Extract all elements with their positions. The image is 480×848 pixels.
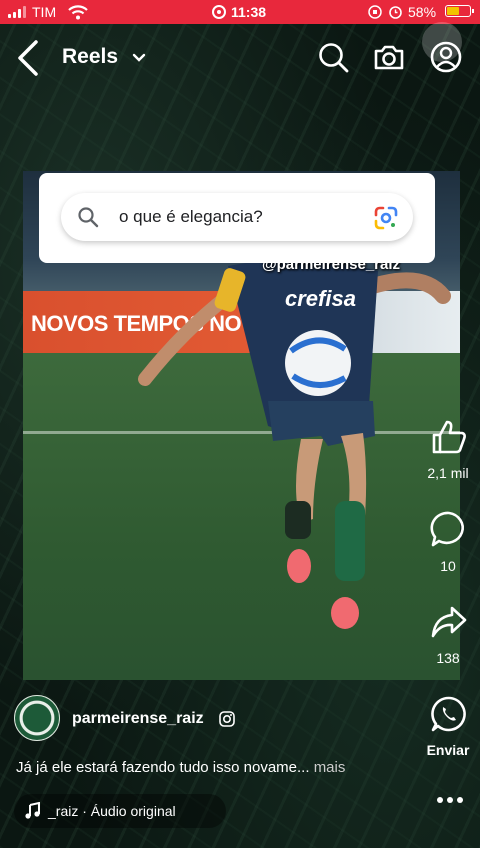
likes-count: 2,1 mil: [427, 465, 469, 481]
jersey-text: crefisa: [285, 286, 356, 311]
comments-count: 10: [440, 558, 456, 574]
more-icon[interactable]: [436, 796, 464, 804]
alarm-icon: [389, 6, 402, 19]
username[interactable]: parmeirense_raiz: [72, 710, 204, 728]
more-link[interactable]: mais: [314, 759, 346, 776]
shares-count: 138: [436, 650, 460, 666]
battery-icon: [445, 5, 474, 17]
music-note-icon: [25, 802, 40, 819]
caption[interactable]: Já já ele estará fazendo tudo isso novam…: [16, 759, 345, 776]
page-title[interactable]: Reels: [62, 45, 118, 69]
audio-pill[interactable]: _raiz · Áudio original: [14, 794, 226, 828]
instagram-icon: [219, 711, 235, 727]
status-bar: TIM 11:38 58%: [0, 0, 480, 24]
search-icon[interactable]: [316, 40, 350, 74]
screen-record-icon: [212, 5, 226, 19]
battery-percent: 58%: [408, 4, 437, 20]
search-query: o que é elegancia?: [119, 207, 263, 226]
google-lens-icon[interactable]: [373, 205, 399, 231]
carrier-label: TIM: [32, 4, 57, 20]
profile-icon[interactable]: [429, 40, 463, 74]
whatsapp-label: Enviar: [426, 742, 470, 758]
audio-title: _raiz · Áudio original: [48, 803, 176, 819]
clock: 11:38: [231, 4, 267, 20]
search-icon: [78, 207, 99, 228]
search-suggestion-card: o que é elegancia?: [39, 173, 435, 263]
wifi-icon: [68, 5, 88, 20]
whatsapp-icon[interactable]: [430, 695, 468, 733]
comment-icon[interactable]: [430, 510, 468, 548]
chevron-down-icon[interactable]: [131, 50, 147, 66]
share-icon[interactable]: [430, 603, 468, 641]
orientation-lock-icon: [368, 5, 382, 19]
back-arrow-icon[interactable]: [14, 38, 44, 78]
avatar[interactable]: [14, 695, 60, 741]
caption-text: Já já ele estará fazendo tudo isso novam…: [16, 759, 310, 776]
like-icon[interactable]: [430, 418, 468, 456]
search-input[interactable]: o que é elegancia?: [61, 193, 413, 241]
camera-icon[interactable]: [372, 40, 406, 74]
signal-icon: [8, 6, 28, 18]
